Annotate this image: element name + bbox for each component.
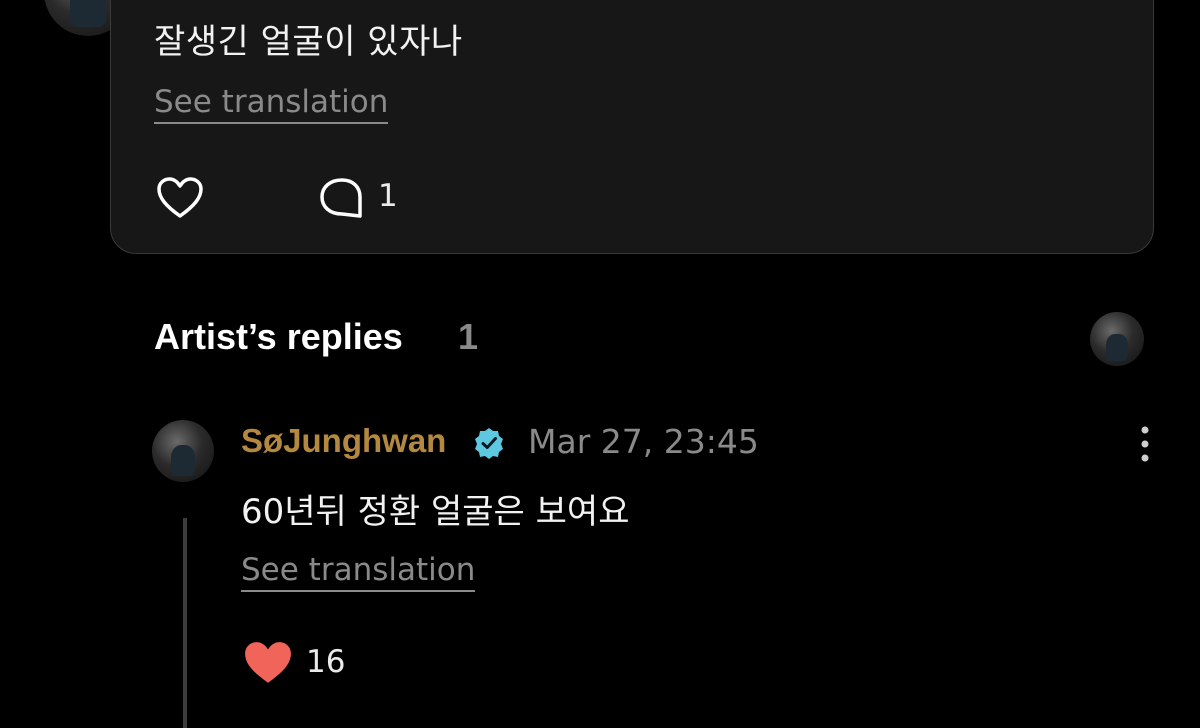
artist-replies-count: 1 xyxy=(458,316,479,357)
more-vertical-icon xyxy=(1141,426,1149,462)
reply-author-name[interactable]: SøJunghwan xyxy=(241,422,446,460)
reply-see-translation-link[interactable]: See translation xyxy=(241,552,476,592)
heart-outline-icon xyxy=(157,177,203,218)
verified-badge-icon xyxy=(472,426,506,460)
thread-line xyxy=(183,518,187,728)
reply-timestamp: Mar 27, 23:45 xyxy=(528,422,759,461)
heart-filled-icon xyxy=(245,642,291,683)
artist-replies-title: Artist’s replies xyxy=(154,316,403,357)
comment-text: 잘생긴 얼굴이 있자나 xyxy=(154,22,463,62)
reply-text: 60년뒤 정환 얼굴은 보여요 xyxy=(241,492,630,532)
reply-like-button[interactable] xyxy=(243,640,293,686)
more-options-button[interactable] xyxy=(1130,424,1160,464)
comment-bubble-icon xyxy=(320,178,362,218)
artist-avatar[interactable] xyxy=(1090,312,1144,366)
comment-count: 1 xyxy=(378,178,398,214)
see-translation-link[interactable]: See translation xyxy=(154,84,389,124)
reply-author-avatar[interactable] xyxy=(152,420,214,482)
reply-button[interactable] xyxy=(318,176,366,220)
reply-like-count: 16 xyxy=(306,644,346,680)
like-button[interactable] xyxy=(156,176,204,220)
